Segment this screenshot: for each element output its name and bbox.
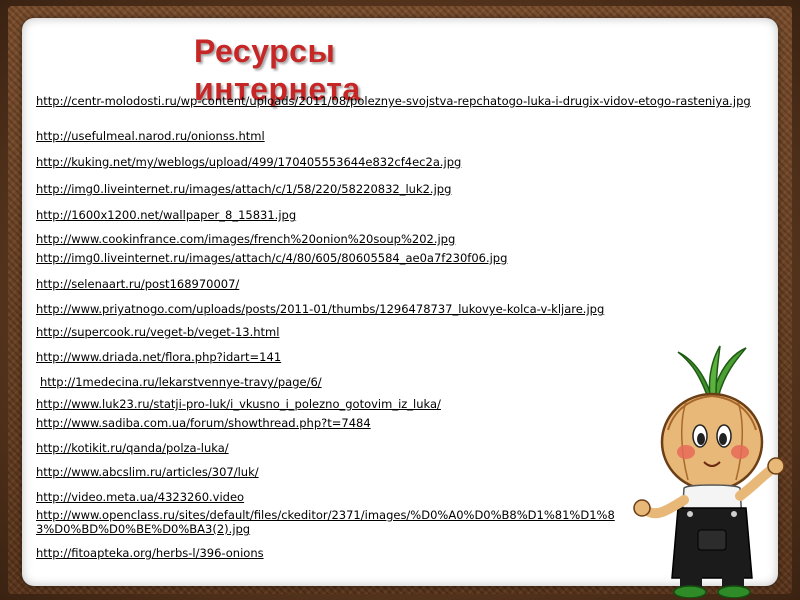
resource-link[interactable]: http://video.meta.ua/4323260.video (36, 490, 244, 504)
resource-link[interactable]: http://fitoapteka.org/herbs-l/396-onions (36, 546, 264, 560)
resource-link[interactable]: http://img0.liveinternet.ru/images/attac… (36, 251, 507, 265)
resource-link[interactable]: http://www.abcslim.ru/articles/307/luk/ (36, 465, 259, 479)
resource-link[interactable]: http://selenaart.ru/post168970007/ (36, 277, 239, 291)
resource-link[interactable]: http://img0.liveinternet.ru/images/attac… (36, 182, 451, 196)
resource-link[interactable]: http://usefulmeal.narod.ru/onionss.html (36, 129, 265, 143)
resource-link[interactable]: http://1medecina.ru/lekarstvennye-travy/… (40, 375, 322, 389)
onion-mascot-illustration (633, 345, 785, 598)
resource-link[interactable]: http://www.driada.net/flora.php?idart=14… (36, 350, 281, 364)
resource-link[interactable]: http://www.sadiba.com.ua/forum/showthrea… (36, 416, 371, 430)
resource-link[interactable]: http://kotikit.ru/qanda/polza-luka/ (36, 441, 229, 455)
resource-link[interactable]: http://www.luk23.ru/statji-pro-luk/i_vku… (36, 397, 441, 411)
resource-link[interactable]: http://centr-molodosti.ru/wp-content/upl… (36, 94, 776, 108)
resource-link[interactable]: http://www.priyatnogo.com/uploads/posts/… (36, 302, 604, 316)
resource-link[interactable]: http://www.openclass.ru/sites/default/fi… (36, 508, 616, 536)
resource-link[interactable]: http://www.cookinfrance.com/images/frenc… (36, 232, 455, 246)
resource-link[interactable]: http://1600x1200.net/wallpaper_8_15831.j… (36, 208, 296, 222)
resource-link[interactable]: http://kuking.net/my/weblogs/upload/499/… (36, 155, 461, 169)
resource-link[interactable]: http://supercook.ru/veget-b/veget-13.htm… (36, 325, 279, 339)
